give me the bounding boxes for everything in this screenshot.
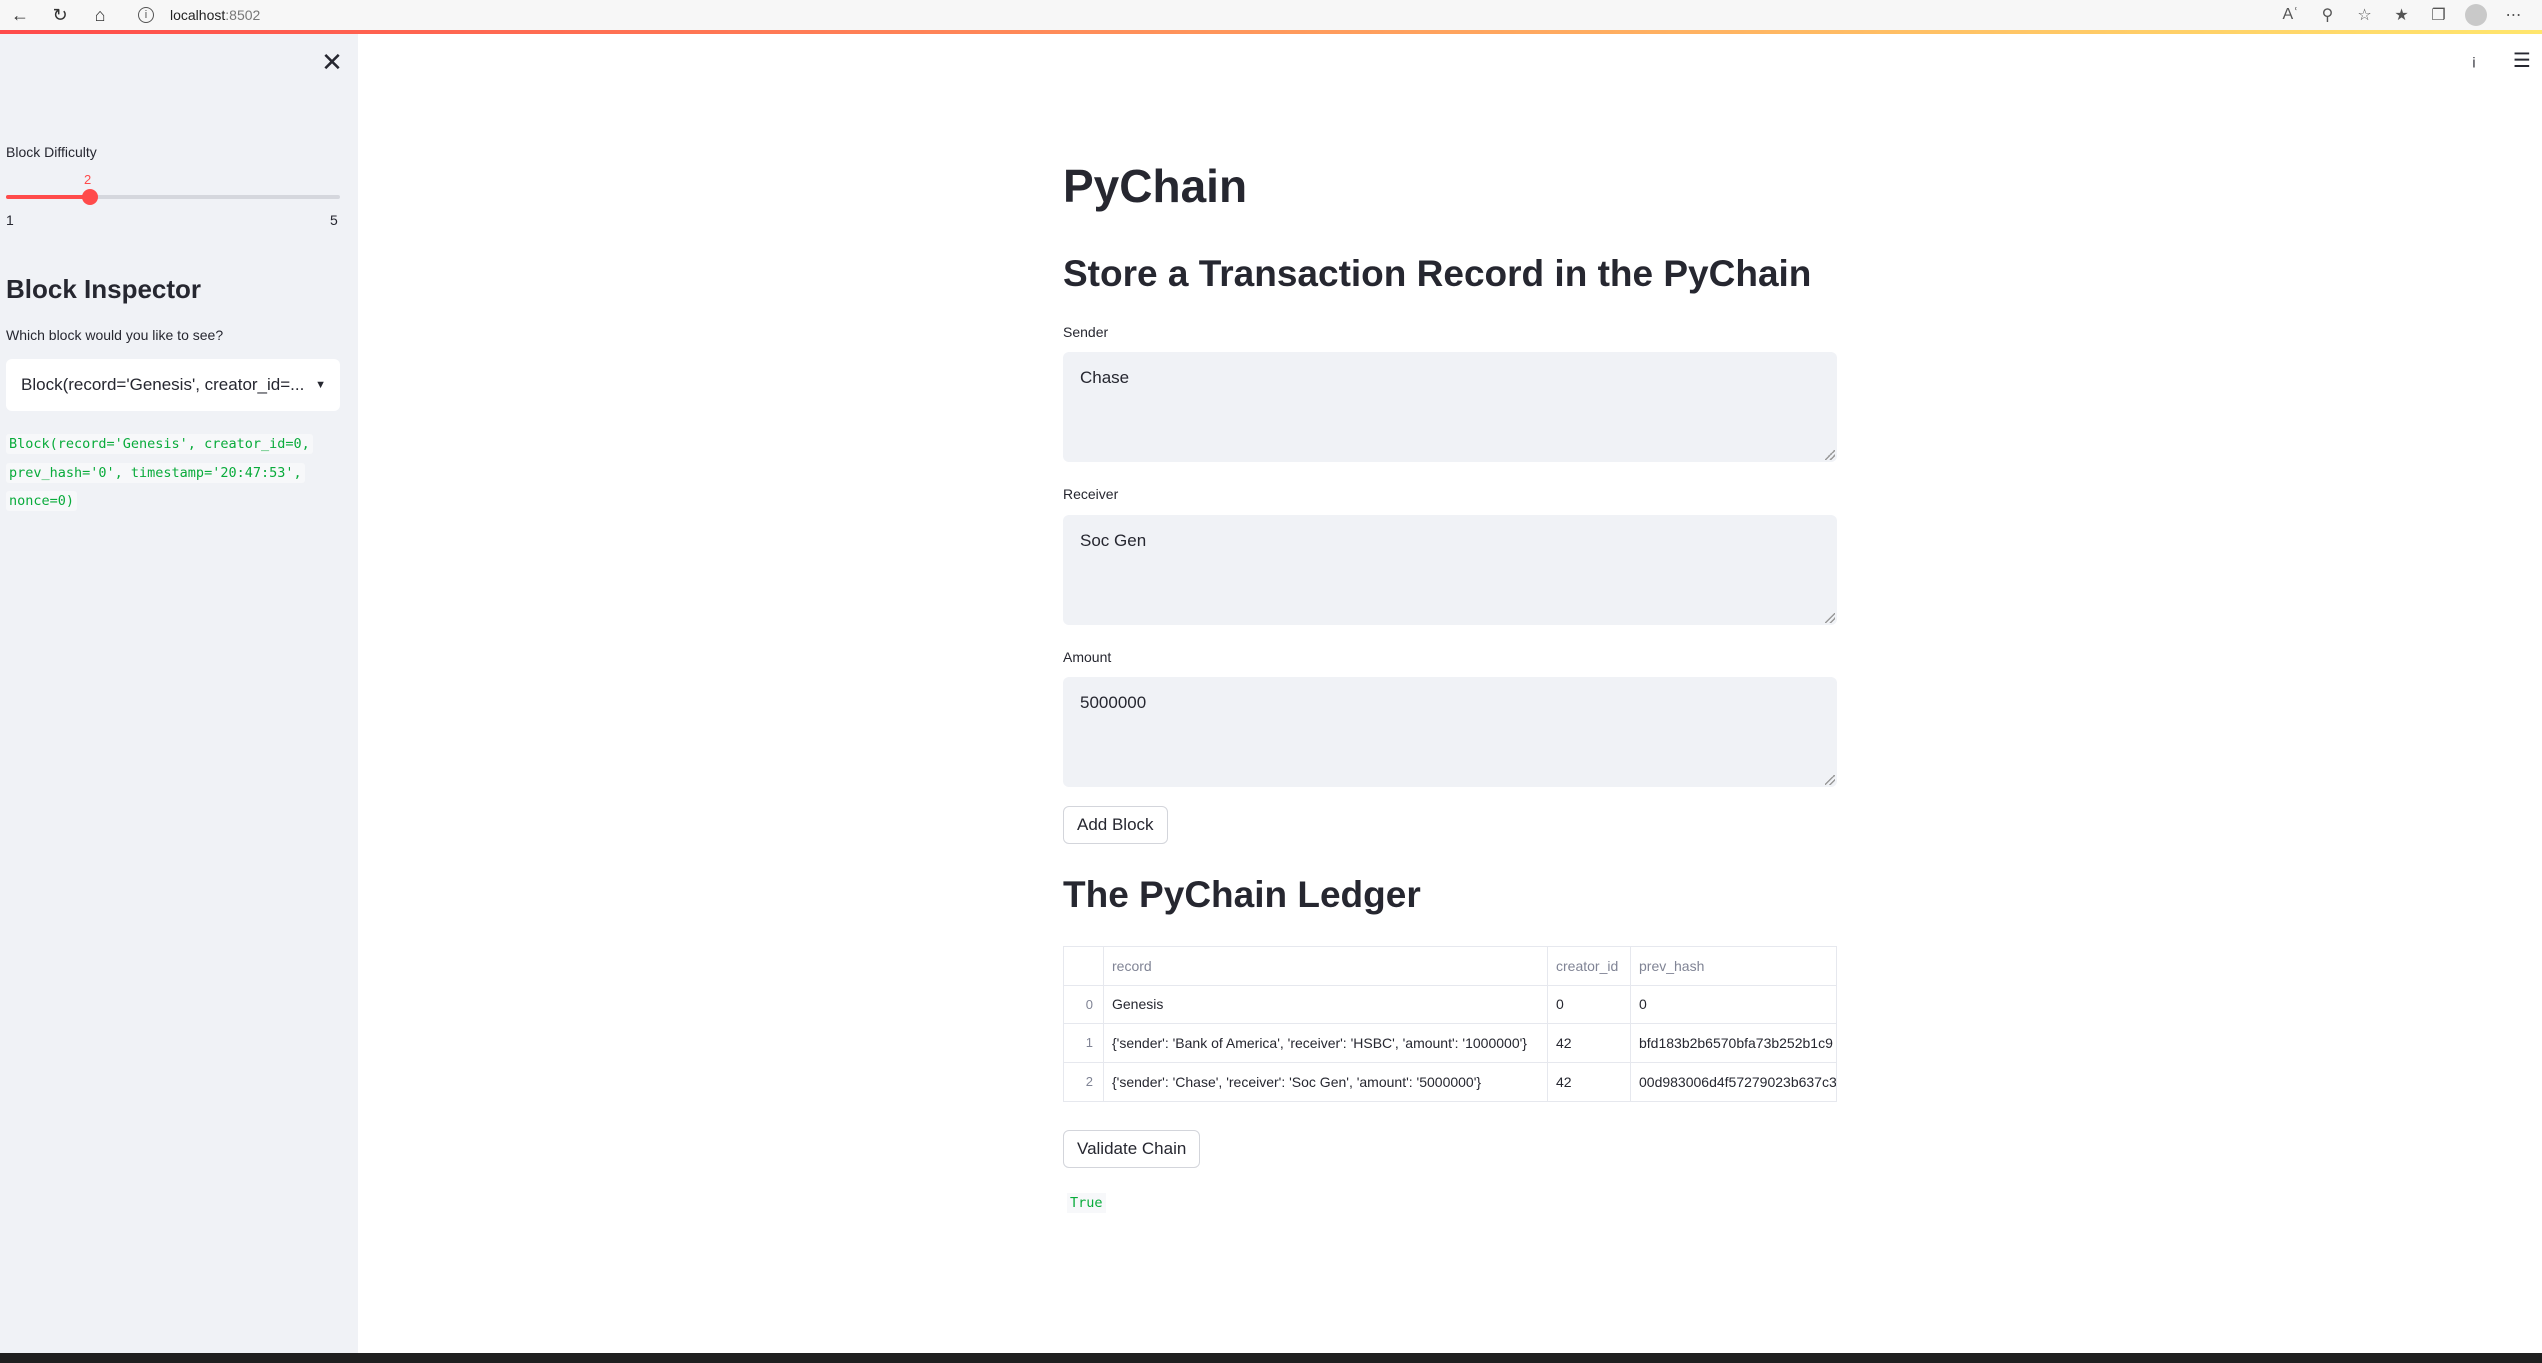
table-cell[interactable]: bfd183b2b6570bfa73b252b1c9 xyxy=(1631,1024,1836,1062)
resize-grip-icon[interactable] xyxy=(1825,613,1835,623)
table-cell[interactable]: 00d983006d4f57279023b637c3 xyxy=(1631,1063,1836,1102)
row-index: 1 xyxy=(1064,1024,1104,1062)
amount-input[interactable]: 5000000 xyxy=(1063,677,1837,787)
ledger-header: The PyChain Ledger xyxy=(1063,874,1421,915)
column-header[interactable]: prev_hash xyxy=(1631,947,1836,985)
favorite-add-icon[interactable]: ☆ xyxy=(2346,5,2383,25)
table-cell[interactable]: 0 xyxy=(1548,985,1631,1023)
validate-chain-button[interactable]: Validate Chain xyxy=(1063,1130,1201,1168)
amount-value: 5000000 xyxy=(1080,693,1147,712)
add-block-button[interactable]: Add Block xyxy=(1063,806,1168,844)
reload-icon[interactable]: ↻ xyxy=(40,0,80,30)
code-line: nonce=0) xyxy=(6,491,78,511)
section-subheader: Store a Transaction Record in the PyChai… xyxy=(1063,253,1812,294)
receiver-input[interactable]: Soc Gen xyxy=(1063,515,1837,625)
profile-icon[interactable] xyxy=(2465,4,2487,26)
info-icon[interactable]: i xyxy=(138,7,154,23)
page-title: PyChain xyxy=(1063,160,1248,212)
block-select[interactable]: Block(record='Genesis', creator_id=... ▼ xyxy=(6,359,340,411)
column-header[interactable]: record xyxy=(1104,947,1548,985)
code-line: prev_hash='0', timestamp='20:47:53', xyxy=(6,462,305,483)
chevron-down-icon: ▼ xyxy=(315,379,326,391)
table-row: 0 Genesis 0 0 xyxy=(1064,985,1836,1024)
slider-fill xyxy=(6,195,90,199)
resize-grip-icon[interactable] xyxy=(1825,450,1835,460)
block-select-label: Which block would you like to see? xyxy=(6,327,224,343)
sender-label: Sender xyxy=(1063,324,1109,340)
browser-toolbar: ← ↻ ⌂ i localhost:8502 Aʿ ⚲ ☆ ★ ❐ ⋯ xyxy=(0,0,2542,30)
row-index: 2 xyxy=(1064,1062,1104,1101)
table-row: 2 {'sender': 'Chase', 'receiver': 'Soc G… xyxy=(1064,1062,1836,1102)
home-icon[interactable]: ⌂ xyxy=(80,0,120,30)
difficulty-slider[interactable] xyxy=(6,189,340,205)
sender-input[interactable]: Chase xyxy=(1063,352,1837,462)
address-bar[interactable]: i localhost:8502 xyxy=(138,7,260,23)
info-icon[interactable]: ᵢ xyxy=(2462,49,2486,72)
table-cell[interactable]: Genesis xyxy=(1104,985,1548,1023)
back-icon[interactable]: ← xyxy=(0,0,40,30)
hamburger-menu-icon[interactable]: ☰ xyxy=(2510,48,2534,73)
collections-icon[interactable]: ❐ xyxy=(2420,5,2457,25)
read-aloud-icon[interactable]: Aʿ xyxy=(2272,6,2309,24)
sender-value: Chase xyxy=(1080,368,1130,387)
table-cell[interactable]: {'sender': 'Chase', 'receiver': 'Soc Gen… xyxy=(1104,1062,1548,1101)
slider-min: 1 xyxy=(6,212,14,228)
resize-grip-icon[interactable] xyxy=(1825,775,1835,785)
receiver-value: Soc Gen xyxy=(1080,531,1147,550)
validation-result: True xyxy=(1067,1193,1106,1213)
slider-thumb[interactable] xyxy=(81,189,98,205)
favorites-icon[interactable]: ★ xyxy=(2383,5,2420,25)
table-cell[interactable]: {'sender': 'Bank of America', 'receiver'… xyxy=(1104,1024,1548,1062)
column-header xyxy=(1064,947,1104,985)
zoom-icon[interactable]: ⚲ xyxy=(2309,5,2346,25)
sidebar: ✕ Block Difficulty 2 1 5 Block Inspector… xyxy=(0,34,358,1354)
url-host: localhost xyxy=(170,7,226,23)
slider-value: 2 xyxy=(84,172,92,187)
row-index: 0 xyxy=(1064,985,1104,1023)
taskbar xyxy=(0,1353,2542,1363)
table-row: 1 {'sender': 'Bank of America', 'receive… xyxy=(1064,1024,1836,1063)
app-menu: ᵢ ☰ xyxy=(2462,48,2534,73)
url-port: :8502 xyxy=(225,7,261,23)
block-select-value: Block(record='Genesis', creator_id=... xyxy=(21,375,305,394)
table-header-row: record creator_id prev_hash xyxy=(1064,947,1836,986)
table-cell[interactable]: 42 xyxy=(1548,1062,1631,1101)
table-cell[interactable]: 42 xyxy=(1548,1024,1631,1062)
receiver-label: Receiver xyxy=(1063,486,1119,502)
close-icon[interactable]: ✕ xyxy=(318,48,346,76)
column-header[interactable]: creator_id xyxy=(1548,947,1631,985)
code-line: Block(record='Genesis', creator_id=0, xyxy=(6,434,313,454)
block-code-output: Block(record='Genesis', creator_id=0, pr… xyxy=(6,430,346,516)
block-inspector-header: Block Inspector xyxy=(6,274,202,304)
slider-max: 5 xyxy=(330,212,338,228)
slider-label: Block Difficulty xyxy=(6,144,97,160)
more-icon[interactable]: ⋯ xyxy=(2495,5,2532,25)
amount-label: Amount xyxy=(1063,649,1112,665)
browser-actions: Aʿ ⚲ ☆ ★ ❐ ⋯ xyxy=(2272,0,2532,30)
table-cell[interactable]: 0 xyxy=(1631,986,1836,1024)
header-decoration xyxy=(0,30,2542,34)
ledger-table[interactable]: record creator_id prev_hash 0 Genesis 0 … xyxy=(1063,946,1837,1102)
